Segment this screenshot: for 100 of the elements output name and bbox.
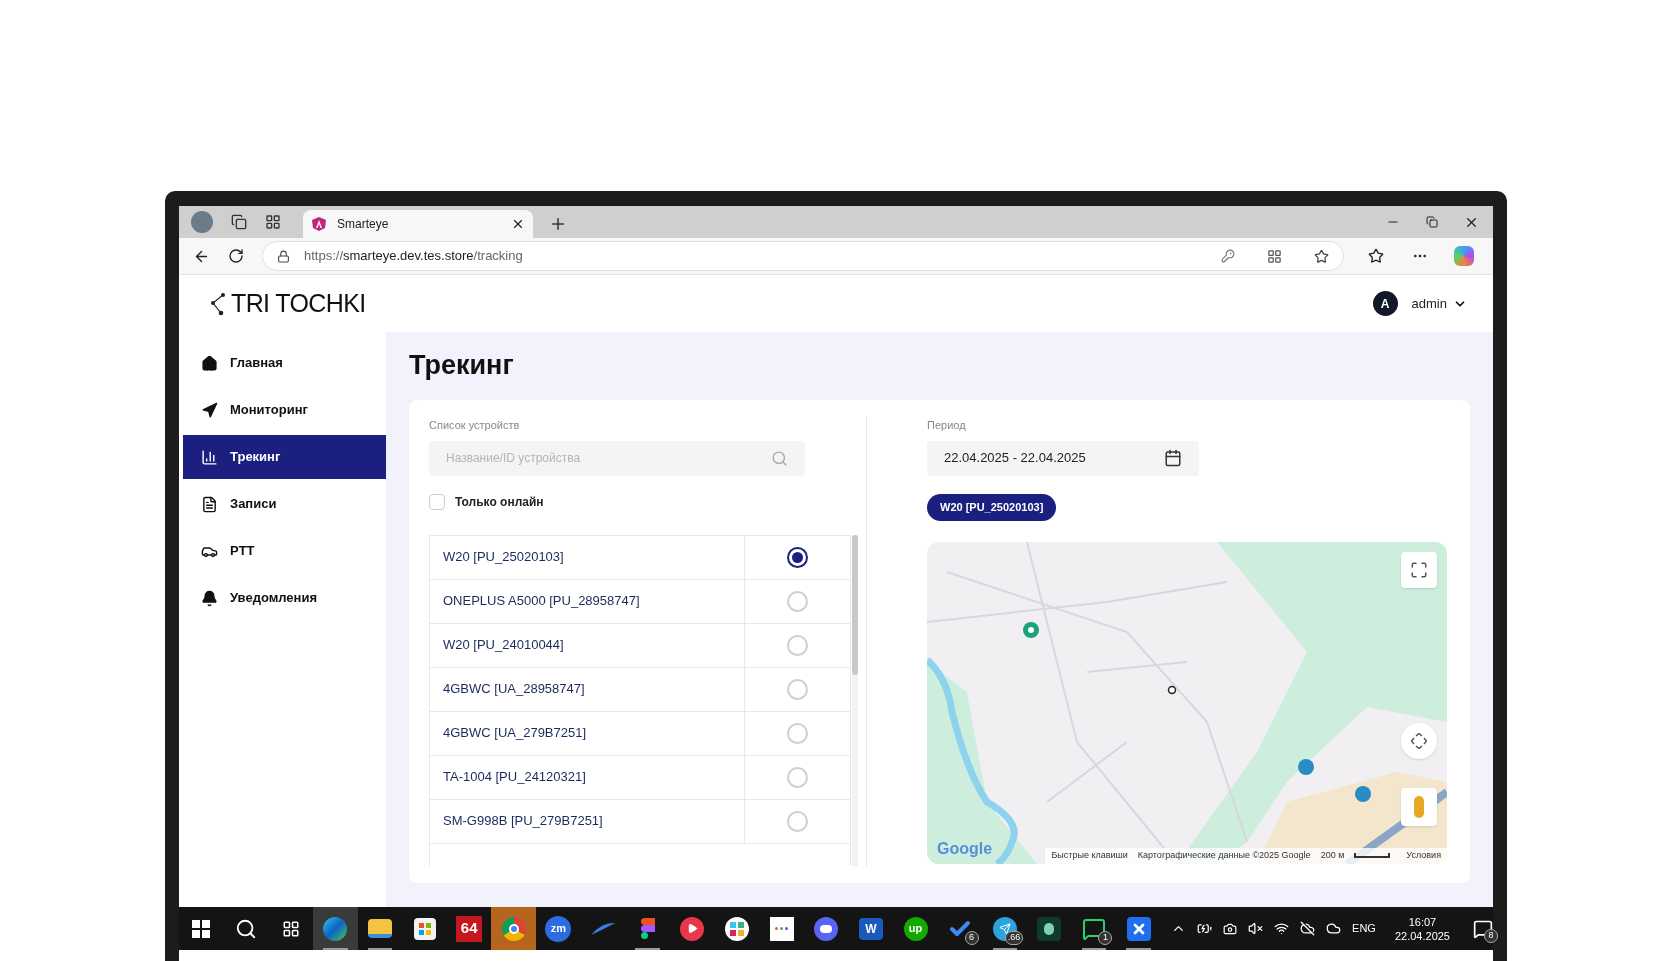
browser-icon[interactable] (501, 916, 526, 941)
cloud-icon[interactable] (1326, 921, 1342, 936)
date-range-field[interactable]: 22.04.2025 - 22.04.2025 (927, 440, 1199, 476)
swoosh-icon[interactable] (590, 921, 617, 936)
url-text: https://smarteye.dev.tes.store/tracking (304, 247, 524, 266)
search-field[interactable]: Название/ID устройства (429, 440, 805, 476)
gamepad-icon[interactable] (814, 916, 839, 941)
shortcuts-link[interactable]: Быстрые клавиши (1051, 848, 1128, 863)
search-icon[interactable] (234, 917, 257, 940)
clock-date[interactable]: 22.04.2025 (1394, 928, 1450, 943)
url-field[interactable]: https://smarteye.dev.tes.store/tracking (262, 241, 1344, 271)
logo-icon (209, 291, 225, 316)
app-icon[interactable] (769, 916, 794, 941)
taskbar-button[interactable]: 6 (937, 907, 983, 950)
document-icon (201, 495, 218, 513)
language-indicator[interactable]: ENG (1352, 920, 1376, 937)
figma-icon[interactable] (640, 917, 655, 940)
battery-icon[interactable] (1197, 921, 1213, 936)
checkbox[interactable] (429, 493, 445, 510)
document-app-icon[interactable]: W (858, 917, 883, 940)
section-label: Период (927, 418, 967, 433)
browser-tab[interactable]: Smarteye (303, 210, 533, 238)
camera-control-button[interactable] (1401, 722, 1437, 759)
app-icon[interactable] (1037, 916, 1062, 941)
hash-icon[interactable] (725, 916, 749, 941)
reload-icon[interactable] (228, 248, 244, 264)
home-icon (201, 354, 218, 372)
browser-icon[interactable] (323, 916, 348, 941)
windows-icon[interactable] (192, 919, 211, 938)
radio-button[interactable] (787, 546, 808, 568)
chat-bubble-icon[interactable] (1082, 916, 1107, 941)
sidebar-icon[interactable] (265, 214, 281, 230)
cloud-off-icon[interactable] (1300, 921, 1316, 936)
star-icon[interactable] (1314, 248, 1329, 264)
count-badge: 8 (1484, 928, 1498, 943)
user-name[interactable]: admin (1411, 293, 1447, 314)
fullscreen-button[interactable] (1401, 551, 1437, 588)
location-marker[interactable] (1167, 684, 1177, 695)
new-tab-icon[interactable] (549, 215, 567, 233)
apps-icon[interactable] (1267, 248, 1282, 264)
taskbar-button[interactable] (312, 907, 358, 950)
mute-icon[interactable] (1248, 921, 1264, 936)
scale-bar (1354, 853, 1391, 858)
close-icon[interactable] (511, 217, 525, 231)
shopping-bag-icon[interactable] (413, 917, 436, 940)
taskbar-button[interactable]: zm (536, 907, 581, 950)
running-indicator (635, 948, 661, 950)
device-name[interactable]: TA-1004 [PU_24120321] (430, 755, 745, 799)
app-icon[interactable]: zm (545, 915, 572, 942)
device-chip[interactable]: W20 [PU_25020103] (927, 493, 1057, 521)
taskbar-button[interactable]: W (848, 907, 894, 950)
taskbar-button[interactable]: 1 (1071, 907, 1117, 950)
folder-icon[interactable] (367, 919, 392, 938)
running-indicator (322, 948, 348, 950)
clock-time[interactable]: 16:07 (1408, 914, 1437, 929)
calendar-icon[interactable] (1164, 449, 1182, 467)
fullscreen-icon (1410, 560, 1428, 579)
wifi-icon[interactable] (1274, 921, 1290, 936)
running-indicator (1126, 948, 1152, 950)
device-name[interactable]: W20 [PU_24010044] (430, 623, 745, 667)
running-indicator (1081, 948, 1107, 950)
nav-item[interactable]: Трекинг (183, 435, 386, 479)
lock-icon (277, 249, 290, 263)
workspaces-icon[interactable] (231, 214, 247, 230)
scrollbar[interactable] (852, 534, 858, 866)
taskbar-button[interactable] (491, 907, 537, 950)
running-indicator (367, 948, 393, 950)
count-badge: 6 (964, 931, 979, 945)
favorites-icon[interactable] (1368, 248, 1384, 264)
app-icon[interactable]: 64 (456, 915, 483, 942)
camera-icon[interactable] (1223, 921, 1238, 936)
task-view-icon[interactable] (281, 919, 300, 938)
checkbox-label: Только онлайн (455, 493, 544, 511)
section-label: Список устройств (429, 418, 521, 433)
taskbar-button[interactable]: .66 (982, 907, 1028, 950)
map[interactable]: Google Быстрые клавиши Картографические данные ©2025 Google 200 м Условия (927, 541, 1447, 864)
tab-title: Smarteye (337, 216, 390, 233)
device-name[interactable]: ONEPLUS A5000 [PU_28958747] (430, 579, 745, 623)
device-name[interactable]: SM-G998B [PU_279B7251] (430, 799, 745, 843)
terms-link[interactable]: Условия (1406, 848, 1441, 863)
bar-chart-icon (201, 448, 218, 466)
device-name[interactable]: W20 [PU_25020103] (430, 535, 745, 579)
user-avatar[interactable]: A (1372, 291, 1398, 316)
map-attribution: Картографические данные ©2025 Google (1137, 848, 1311, 862)
key-icon[interactable] (1221, 249, 1235, 263)
play-icon[interactable] (680, 916, 705, 941)
device-name[interactable]: 4GBWC [UA_279B7251] (430, 711, 745, 755)
logo-text: TRI TOCHKI (231, 291, 366, 316)
copilot-icon[interactable] (1454, 246, 1474, 266)
app-logo-icon (311, 216, 327, 232)
map-logo: Google (937, 838, 993, 859)
app-icon[interactable] (1126, 916, 1151, 941)
four-arrows-icon (1411, 732, 1427, 749)
taskbar-button[interactable]: 64 (446, 907, 492, 950)
running-indicator (992, 948, 1018, 950)
restore-icon[interactable] (1426, 216, 1438, 228)
bell-icon (201, 589, 218, 607)
profile-avatar[interactable] (191, 211, 213, 233)
device-name[interactable]: 4GBWC [UA_28958747] (430, 667, 745, 711)
page-title: Трекинг (409, 349, 515, 381)
